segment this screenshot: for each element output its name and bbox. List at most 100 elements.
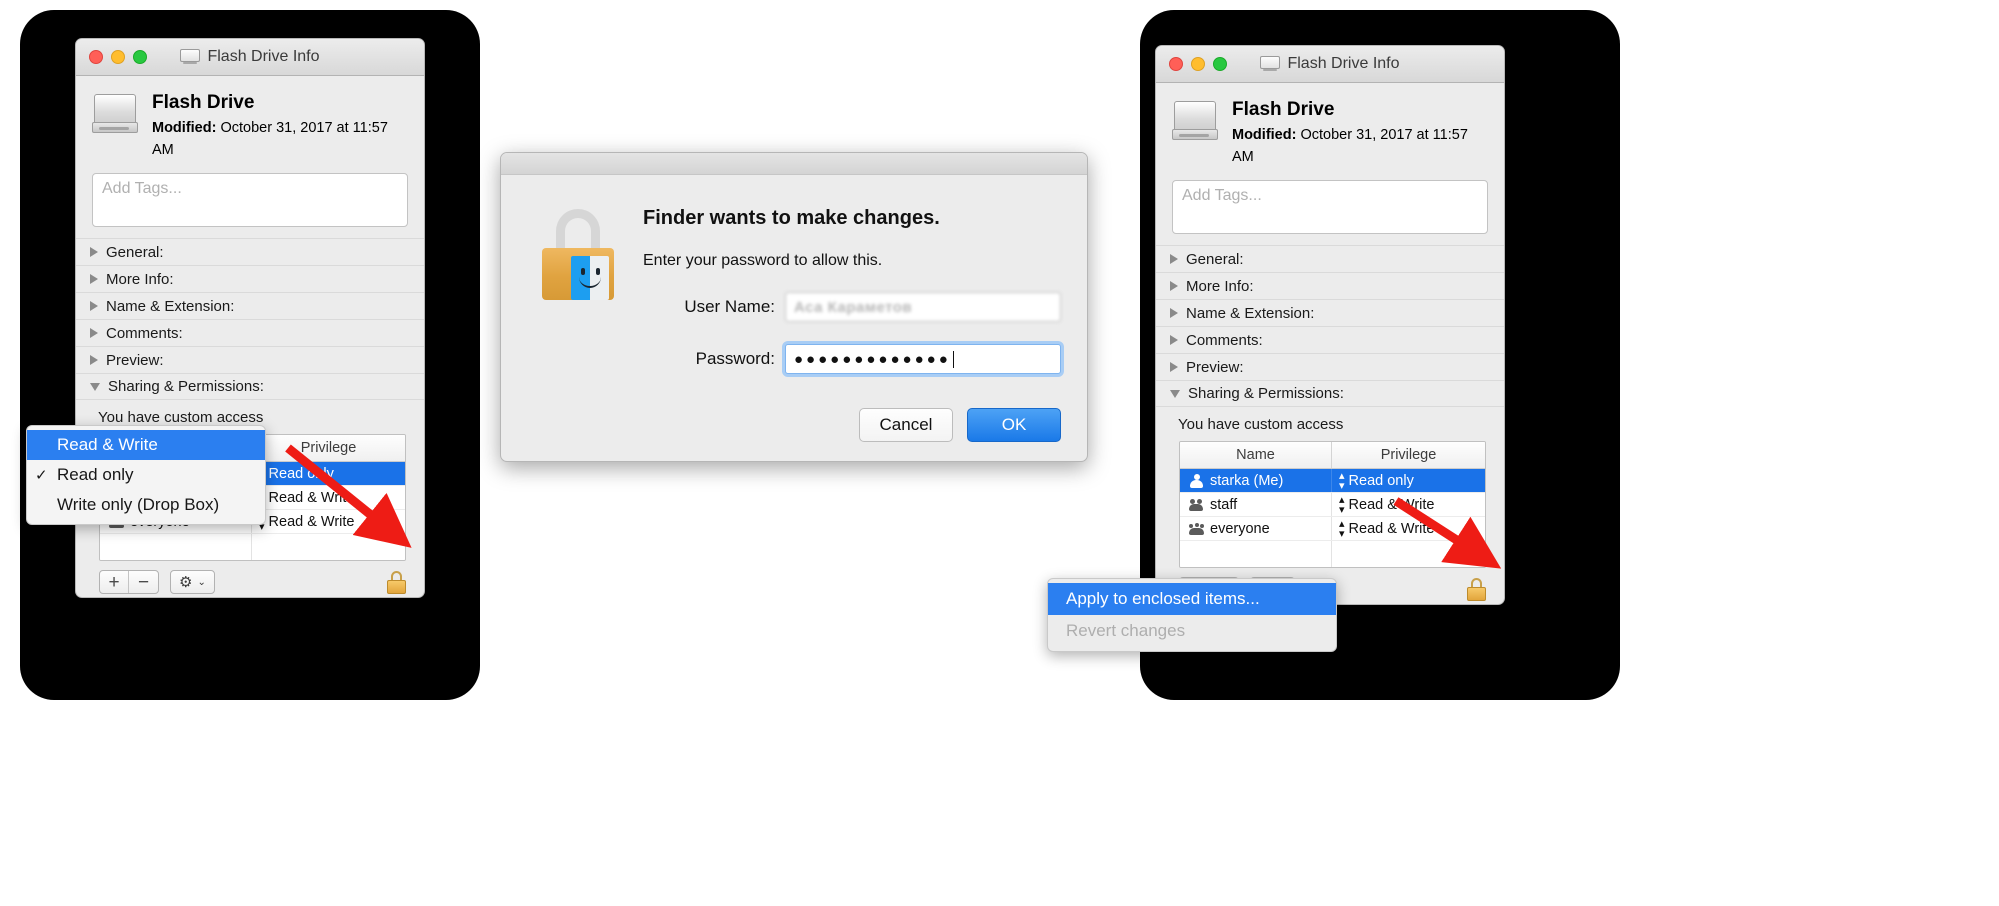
stepper-icon: ▴▾ — [1339, 469, 1344, 492]
chevron-right-icon — [1170, 362, 1178, 372]
menu-item-label: Read only — [57, 465, 134, 484]
sections-list-right: General: More Info: Name & Extension: Co… — [1156, 245, 1504, 407]
section-preview[interactable]: Preview: — [1156, 353, 1504, 380]
chevron-right-icon — [1170, 335, 1178, 345]
menu-item-write-only[interactable]: Write only (Drop Box) — [27, 490, 265, 520]
section-comments[interactable]: Comments: — [1156, 326, 1504, 353]
section-sharing-permissions[interactable]: Sharing & Permissions: — [1156, 380, 1504, 407]
row-privilege-cell[interactable]: ▴▾ Read only — [1332, 469, 1485, 492]
titlebar-right[interactable]: Flash Drive Info — [1156, 46, 1504, 83]
row-name-cell[interactable]: starka (Me) — [1180, 469, 1332, 492]
menu-item-revert-changes: Revert changes — [1048, 615, 1336, 647]
chevron-right-icon — [1170, 254, 1178, 264]
chevron-down-icon — [1170, 389, 1180, 398]
table-row[interactable]: staff ▴▾ Read & Write — [1180, 493, 1485, 517]
username-field[interactable]: Аса Караметов — [785, 292, 1061, 322]
row-name: staff — [1210, 496, 1238, 513]
dialog-body: Finder wants to make changes. Enter your… — [501, 175, 1087, 374]
add-user-button[interactable]: + — [100, 571, 129, 593]
traffic-lights-right[interactable] — [1156, 57, 1227, 71]
dialog-subtitle: Enter your password to allow this. — [643, 252, 883, 269]
dialog-title: Finder wants to make changes. — [643, 207, 940, 229]
action-gear-button[interactable]: ⚙ ⌄ — [170, 570, 215, 594]
lock-closed-icon — [387, 570, 406, 594]
gear-icon: ⚙ — [179, 573, 193, 591]
permissions-table-right[interactable]: Name Privilege starka (Me) ▴▾ Read only — [1179, 441, 1486, 568]
section-sharing-permissions[interactable]: Sharing & Permissions: — [76, 373, 424, 400]
section-name-extension[interactable]: Name & Extension: — [1156, 299, 1504, 326]
ok-button[interactable]: OK — [967, 408, 1061, 442]
window-title: Flash Drive Info — [207, 48, 320, 65]
section-label: Preview: — [106, 351, 164, 369]
titlebar-left[interactable]: Flash Drive Info — [76, 39, 424, 76]
menu-item-label: Revert changes — [1066, 621, 1186, 640]
privilege-popup-menu[interactable]: Read & Write ✓ Read only Write only (Dro… — [26, 425, 266, 525]
section-general[interactable]: General: — [1156, 245, 1504, 272]
window-title: Flash Drive Info — [1287, 55, 1400, 72]
traffic-lights-left[interactable] — [76, 50, 147, 64]
drive-name: Flash Drive — [152, 92, 255, 113]
section-label: General: — [1186, 250, 1244, 268]
zoom-button[interactable] — [133, 50, 147, 64]
section-label: General: — [106, 243, 164, 261]
row-name-cell[interactable]: staff — [1180, 493, 1332, 516]
row-privilege-cell[interactable]: ▴▾ Read & Write — [1332, 517, 1485, 540]
row-privilege-cell[interactable]: ▴▾ Read & Write — [252, 510, 405, 533]
table-row-empty — [100, 534, 405, 560]
row-privilege: Read & Write — [268, 489, 355, 506]
authentication-dialog[interactable]: Finder wants to make changes. Enter your… — [500, 152, 1088, 462]
section-label: Preview: — [1186, 358, 1244, 376]
screenshot-canvas: Flash Drive Info Flash Drive Modified: O… — [0, 0, 1999, 906]
menu-item-label: Apply to enclosed items... — [1066, 589, 1260, 608]
info-header-right: Flash Drive Modified: October 31, 2017 a… — [1156, 83, 1504, 178]
password-dots: ●●●●●●●●●●●●● — [794, 350, 951, 368]
close-button[interactable] — [1169, 57, 1183, 71]
section-preview[interactable]: Preview: — [76, 346, 424, 373]
section-more-info[interactable]: More Info: — [76, 265, 424, 292]
menu-item-read-write[interactable]: Read & Write — [27, 430, 265, 460]
add-remove-group[interactable]: + − — [99, 570, 159, 594]
section-comments[interactable]: Comments: — [76, 319, 424, 346]
apply-popup-menu[interactable]: Apply to enclosed items... Revert change… — [1047, 578, 1337, 652]
row-privilege-cell[interactable]: ▴▾ Read & Write — [1332, 493, 1485, 516]
password-row: Password: ●●●●●●●●●●●●● — [643, 344, 1061, 374]
add-tags-input[interactable]: Add Tags... — [1172, 180, 1488, 234]
column-header-name: Name — [1180, 442, 1332, 468]
row-privilege-cell[interactable]: ▴▾ Read & Write — [252, 486, 405, 509]
text-caret — [952, 350, 955, 368]
ignore-ownership-row-left[interactable]: ✓ Ignore ownership on this volume — [76, 594, 424, 597]
row-privilege-cell[interactable]: ▴▾ Read only — [252, 462, 405, 485]
column-header-privilege: Privilege — [300, 440, 357, 456]
menu-item-read-only[interactable]: ✓ Read only — [27, 460, 265, 490]
chevron-right-icon — [90, 355, 98, 365]
add-tags-input[interactable]: Add Tags... — [92, 173, 408, 227]
menu-item-apply-enclosed[interactable]: Apply to enclosed items... — [1048, 583, 1336, 615]
close-button[interactable] — [89, 50, 103, 64]
zoom-button[interactable] — [1213, 57, 1227, 71]
chevron-right-icon — [90, 301, 98, 311]
menu-item-label: Read & Write — [57, 435, 158, 454]
sections-list-left: General: More Info: Name & Extension: Co… — [76, 238, 424, 400]
padlock-finder-icon — [539, 209, 617, 301]
table-row[interactable]: starka (Me) ▴▾ Read only — [1180, 469, 1485, 493]
drive-large-icon — [92, 94, 138, 134]
remove-user-button[interactable]: − — [129, 571, 158, 593]
password-field[interactable]: ●●●●●●●●●●●●● — [785, 344, 1061, 374]
drive-icon — [180, 49, 201, 65]
table-row[interactable]: everyone ▴▾ Read & Write — [1180, 517, 1485, 541]
username-row: User Name: Аса Караметов — [643, 292, 1061, 322]
section-name-extension[interactable]: Name & Extension: — [76, 292, 424, 319]
section-general[interactable]: General: — [76, 238, 424, 265]
section-more-info[interactable]: More Info: — [1156, 272, 1504, 299]
chevron-down-icon — [90, 382, 100, 391]
flash-drive-info-window-right[interactable]: Flash Drive Info Flash Drive Modified: O… — [1155, 45, 1505, 605]
row-name-cell[interactable]: everyone — [1180, 517, 1332, 540]
minimize-button[interactable] — [1191, 57, 1205, 71]
lock-button-right[interactable] — [1467, 577, 1486, 601]
access-note: You have custom access — [1178, 416, 1344, 433]
cancel-button[interactable]: Cancel — [859, 408, 953, 442]
row-privilege: Read & Write — [268, 513, 355, 530]
minimize-button[interactable] — [111, 50, 125, 64]
permissions-toolbar-left[interactable]: + − ⚙ ⌄ — [76, 561, 424, 594]
lock-button-left[interactable] — [387, 570, 406, 594]
